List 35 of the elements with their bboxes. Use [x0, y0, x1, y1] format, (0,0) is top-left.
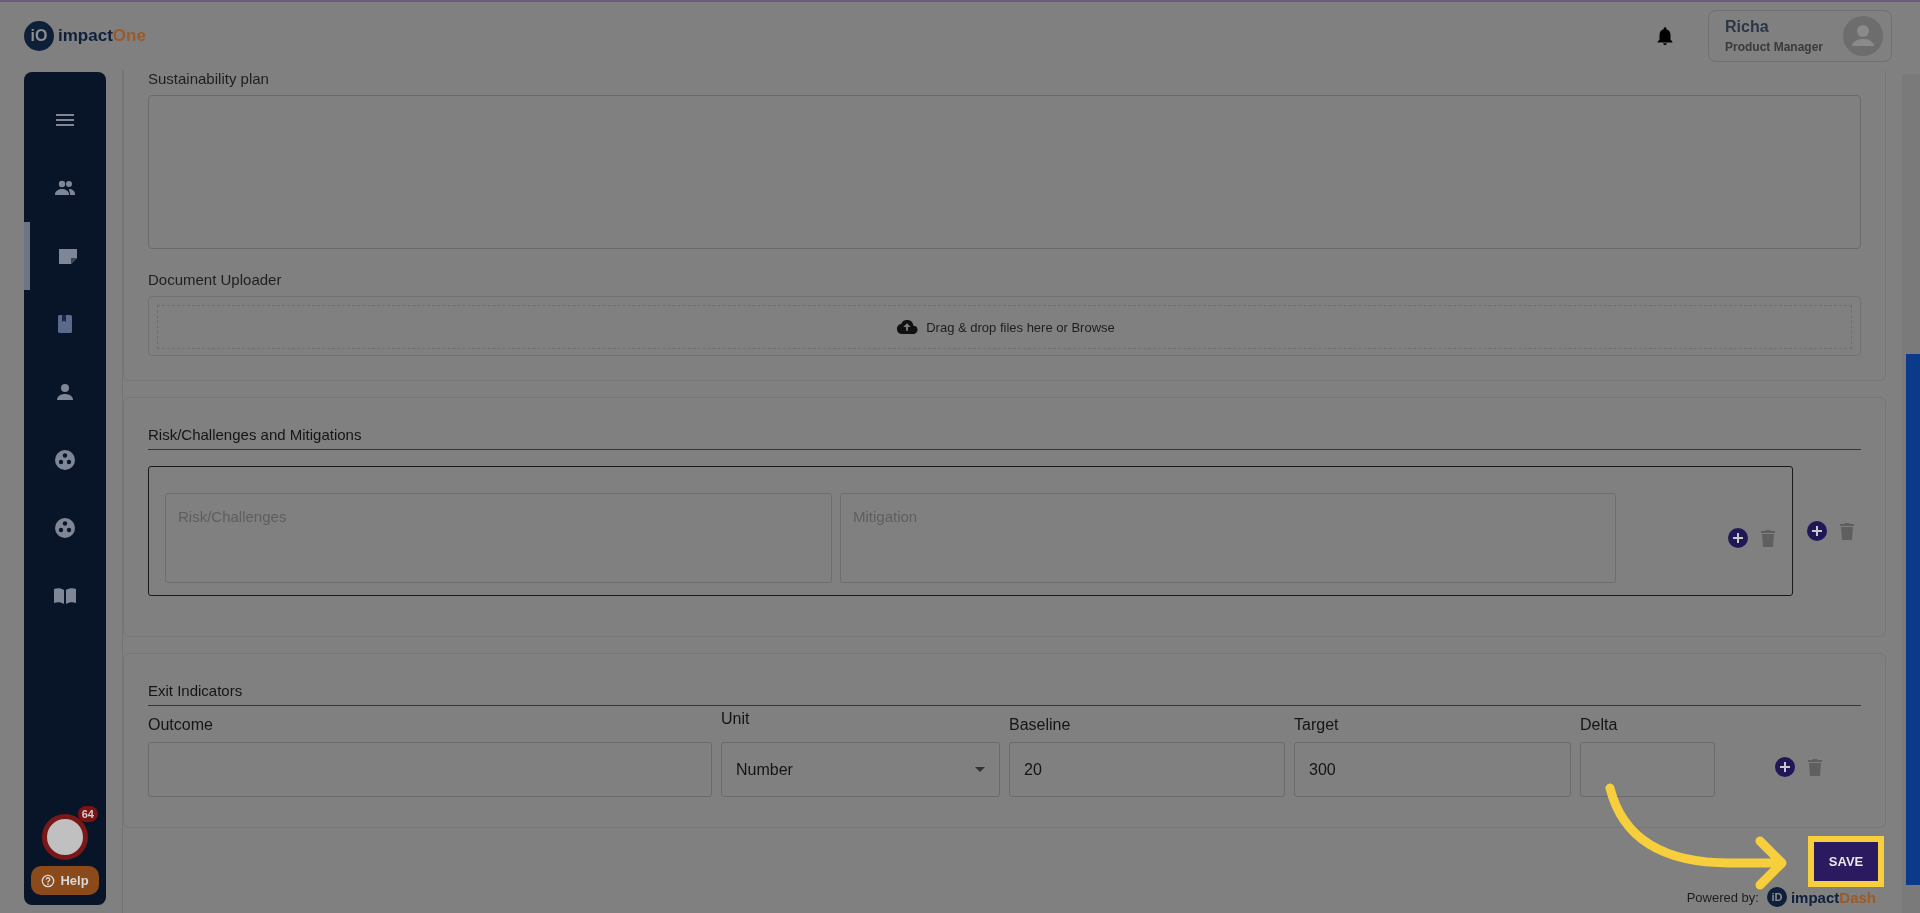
profile-card[interactable]: Richa Product Manager	[1708, 10, 1892, 62]
input-field[interactable]: 20	[1009, 742, 1285, 797]
section-title: Exit Indicators	[148, 682, 1861, 706]
help-button[interactable]: Help	[31, 866, 99, 895]
input-field[interactable]	[1580, 742, 1715, 797]
unit-dropdown[interactable]: Number	[721, 742, 1000, 797]
reel-icon	[53, 516, 77, 540]
logo-text: impactOne	[58, 26, 146, 46]
save-button[interactable]: SAVE	[1808, 836, 1884, 887]
field-label: Baseline	[1009, 716, 1072, 734]
field-label: Sustainability plan	[148, 70, 270, 87]
dropzone[interactable]: Drag & drop files here or Browse	[148, 296, 1861, 356]
add-icon[interactable]	[1728, 528, 1748, 548]
field-label: Outcome	[148, 716, 214, 734]
user-role: Product Manager	[1725, 40, 1823, 54]
logo-mark: iO	[24, 21, 54, 51]
add-icon[interactable]	[1775, 757, 1795, 777]
section-title: Risk/Challenges and Mitigations	[148, 426, 1861, 450]
input-field[interactable]: 300	[1294, 742, 1571, 797]
add-icon[interactable]	[1807, 521, 1827, 541]
brand-text: impactDash	[1790, 888, 1876, 906]
field-label: Unit	[721, 710, 751, 728]
reel-icon	[53, 448, 77, 472]
field-label: Target	[1294, 716, 1340, 734]
dropzone-hint: Drag & drop files here or Browse	[926, 319, 1115, 335]
notification-badge: 64	[77, 806, 98, 822]
field-label: Document Uploader	[148, 271, 283, 288]
caret-icon	[975, 767, 985, 772]
user-name: Richa	[1725, 18, 1770, 36]
scrollbar[interactable]	[1902, 74, 1920, 913]
powered-by-text: Powered by:	[1686, 889, 1759, 905]
logo-mark: iD	[1766, 887, 1787, 907]
help-icon	[41, 873, 56, 888]
field-label: Delta	[1580, 716, 1619, 734]
avatar-icon	[1843, 16, 1883, 56]
